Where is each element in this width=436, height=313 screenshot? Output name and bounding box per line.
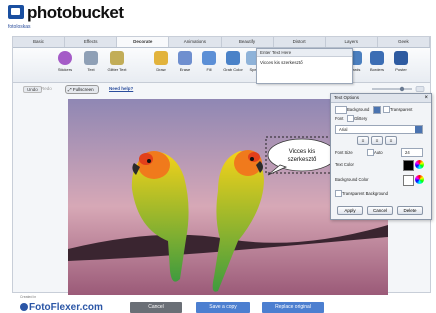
text-options-panel: Text Options × Background Transparent Fo… [330, 93, 432, 220]
tool-glitter-text[interactable]: Glitter Text [105, 51, 129, 72]
brand-logo[interactable]: photobucket [27, 3, 124, 23]
font-label: Font [335, 116, 344, 121]
fotoflexer-icon [20, 303, 28, 312]
photobucket-logo-icon [8, 5, 24, 19]
undo-button[interactable]: Undo [23, 86, 42, 93]
save-copy-button[interactable]: Save a copy [196, 302, 250, 313]
tab-basic[interactable]: Basic [13, 37, 66, 47]
text-color-swatch[interactable] [403, 160, 414, 171]
tool-borders[interactable]: Borders [365, 51, 389, 72]
background-radio[interactable] [335, 106, 347, 114]
transparent-background-label: Transparent Background [342, 191, 388, 196]
tool-erase[interactable]: Erase [173, 51, 197, 72]
fotoflexer-logo[interactable]: FotoFlexer.com [20, 302, 103, 313]
text-icon [84, 51, 98, 65]
glitter-text-icon [110, 51, 124, 65]
font-select[interactable]: Arial [335, 125, 423, 134]
auto-checkbox[interactable] [367, 149, 374, 156]
tab-distort[interactable]: Distort [274, 37, 326, 47]
background-color-swatch[interactable] [403, 175, 414, 186]
transparent-label: Transparent [390, 107, 413, 112]
tab-bar: Basic Effects Decorate Animations Beauti… [13, 37, 430, 48]
pencil-icon [154, 51, 168, 65]
tool-draw[interactable]: Draw [149, 51, 173, 72]
auto-label: Auto [374, 150, 383, 155]
speech-text-line1: Vicces kis [289, 149, 316, 155]
replace-original-button[interactable]: Replace original [262, 302, 324, 313]
text-entry-input[interactable]: Vicces kis szerkesztő [257, 57, 352, 68]
glittery-label: Glittery [354, 116, 368, 121]
text-entry-header: Enter Text Here [257, 49, 352, 57]
font-size-label: Font Size [335, 150, 353, 155]
transparent-checkbox[interactable] [383, 106, 390, 113]
tab-layers[interactable]: Layers [326, 37, 378, 47]
speech-text-line2: szerkesztő [288, 157, 317, 163]
bucket-icon [202, 51, 216, 65]
tab-animations[interactable]: Animations [169, 37, 222, 47]
poster-icon [394, 51, 408, 65]
tool-text[interactable]: Text [79, 51, 103, 72]
align-right-button[interactable]: ≡ [385, 136, 397, 145]
text-options-title: Text Options [331, 94, 431, 103]
eyedropper-icon [226, 51, 240, 65]
color-wheel-icon[interactable] [415, 175, 424, 184]
delete-button[interactable]: Delete [397, 206, 423, 215]
tool-poster[interactable]: Poster [389, 51, 413, 72]
tab-beautify[interactable]: Beautify [222, 37, 274, 47]
cancel-footer-button[interactable]: Cancel [130, 302, 182, 313]
close-icon[interactable]: × [424, 94, 428, 102]
fullscreen-button[interactable]: ⤢ Fullscreen [65, 85, 99, 94]
align-left-button[interactable]: ≡ [357, 136, 369, 145]
tab-geek[interactable]: Geek [378, 37, 430, 47]
zoom-slider[interactable] [366, 86, 426, 92]
tab-decorate[interactable]: Decorate [117, 37, 170, 47]
align-center-button[interactable]: ≡ [371, 136, 383, 145]
border-icon [370, 51, 384, 65]
eraser-icon [178, 51, 192, 65]
cancel-button[interactable]: Cancel [367, 206, 393, 215]
text-color-label: Text Color [335, 162, 354, 167]
user-link[interactable]: fotoloskas [8, 24, 31, 30]
tab-effects[interactable]: Effects [65, 37, 118, 47]
transparent-background-checkbox[interactable] [335, 190, 342, 197]
background-color-label: Background Color [335, 177, 369, 182]
tool-ribbon: Stickers Text Glitter Text Draw Erase Fi… [13, 48, 430, 83]
sticker-icon [58, 51, 72, 65]
text-entry-popup: Enter Text Here Vicces kis szerkesztő [256, 48, 353, 84]
glittery-checkbox[interactable] [347, 115, 354, 122]
background-dropdown-icon[interactable] [373, 106, 381, 114]
chevron-down-icon [415, 126, 422, 133]
background-label: Background [347, 107, 370, 112]
alignment-buttons: ≡ ≡ ≡ [357, 136, 397, 145]
need-help-link[interactable]: Need help? [109, 86, 133, 91]
created-in-label: Created in [20, 295, 37, 299]
tool-stickers[interactable]: Stickers [53, 51, 77, 72]
tool-fill[interactable]: Fill [197, 51, 221, 72]
color-wheel-icon[interactable] [415, 160, 424, 169]
apply-button[interactable]: Apply [337, 206, 363, 215]
redo-button[interactable]: Redo [41, 86, 52, 91]
font-size-select[interactable]: 24 [401, 148, 423, 157]
